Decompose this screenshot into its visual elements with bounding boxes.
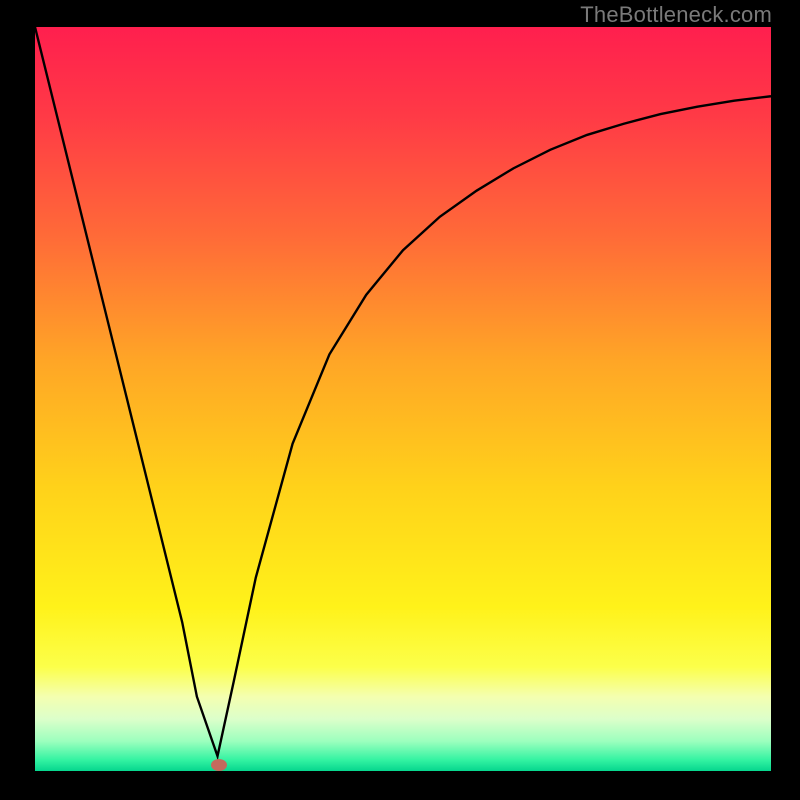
- optimal-point-marker: [211, 759, 227, 771]
- bottleneck-curve: [35, 27, 771, 771]
- plot-area: [32, 24, 774, 774]
- curve-path: [35, 27, 771, 756]
- chart-frame: TheBottleneck.com: [0, 0, 800, 800]
